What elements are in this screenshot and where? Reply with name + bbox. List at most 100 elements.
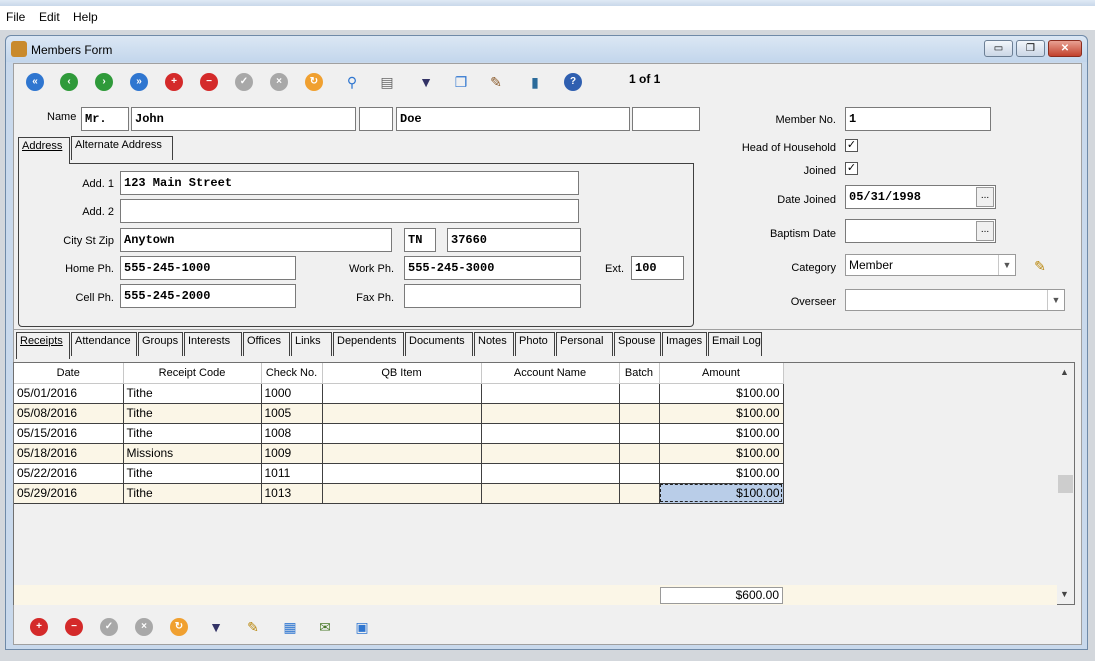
search-icon[interactable]: ⚲ bbox=[343, 73, 361, 91]
receipt-code-cell[interactable]: Tithe bbox=[123, 403, 262, 424]
tab-documents[interactable]: Documents bbox=[405, 332, 473, 356]
batch-cell[interactable] bbox=[619, 443, 660, 464]
copy-icon[interactable]: ❐ bbox=[452, 73, 470, 91]
work-phone-field[interactable]: 555-245-3000 bbox=[404, 256, 581, 280]
receipt-code-cell[interactable]: Tithe bbox=[123, 383, 262, 404]
menu-help[interactable]: Help bbox=[73, 10, 98, 24]
filter-receipt-icon[interactable]: ▼ bbox=[207, 618, 225, 636]
print-icon[interactable]: ▤ bbox=[378, 73, 396, 91]
tab-address[interactable]: Address bbox=[18, 137, 70, 164]
tab-spouse[interactable]: Spouse bbox=[614, 332, 661, 356]
qb-item-cell[interactable] bbox=[322, 423, 482, 444]
menu-file[interactable]: File bbox=[6, 10, 25, 24]
column-header-account-name[interactable]: Account Name bbox=[481, 363, 620, 384]
overseer-select[interactable]: ▼ bbox=[845, 289, 1065, 311]
amount-cell[interactable]: $100.00 bbox=[659, 403, 784, 424]
account-name-cell[interactable] bbox=[481, 403, 620, 424]
delete-receipt-icon[interactable]: − bbox=[65, 618, 83, 636]
tab-interests[interactable]: Interests bbox=[184, 332, 242, 356]
envelope-icon[interactable]: ✉ bbox=[316, 618, 334, 636]
date-cell[interactable]: 05/15/2016 bbox=[14, 423, 124, 444]
date-cell[interactable]: 05/01/2016 bbox=[14, 383, 124, 404]
column-header-date[interactable]: Date bbox=[14, 363, 124, 384]
category-receipt-icon[interactable]: ✎ bbox=[244, 618, 262, 636]
receipt-code-cell[interactable]: Missions bbox=[123, 443, 262, 464]
minimize-button[interactable]: ▭ bbox=[984, 40, 1013, 57]
add-receipt-icon[interactable]: + bbox=[30, 618, 48, 636]
account-name-cell[interactable] bbox=[481, 443, 620, 464]
tab-images[interactable]: Images bbox=[662, 332, 707, 356]
tab-email-log[interactable]: Email Log bbox=[708, 332, 762, 356]
report-icon[interactable]: ▣ bbox=[353, 618, 371, 636]
check-no-cell[interactable]: 1005 bbox=[261, 403, 323, 424]
amount-cell[interactable]: $100.00 bbox=[659, 423, 784, 444]
save-receipt-icon[interactable]: ✓ bbox=[100, 618, 118, 636]
chevron-down-icon[interactable]: ▼ bbox=[1047, 290, 1064, 310]
qb-item-cell[interactable] bbox=[322, 463, 482, 484]
chevron-down-icon[interactable]: ▼ bbox=[998, 255, 1015, 275]
tab-attendance[interactable]: Attendance bbox=[71, 332, 137, 356]
menu-edit[interactable]: Edit bbox=[39, 10, 60, 24]
amount-cell[interactable]: $100.00 bbox=[659, 443, 784, 464]
refresh-icon[interactable]: ↻ bbox=[305, 73, 323, 91]
help-icon[interactable]: ? bbox=[564, 73, 582, 91]
last-record-icon[interactable]: » bbox=[130, 73, 148, 91]
receipt-code-cell[interactable]: Tithe bbox=[123, 463, 262, 484]
state-field[interactable]: TN bbox=[404, 228, 436, 252]
batch-cell[interactable] bbox=[619, 483, 660, 504]
amount-cell-selected[interactable]: $100.00 bbox=[659, 483, 784, 504]
exit-icon[interactable]: ▮ bbox=[526, 73, 544, 91]
tab-notes[interactable]: Notes bbox=[474, 332, 514, 356]
batch-cell[interactable] bbox=[619, 423, 660, 444]
qb-item-cell[interactable] bbox=[322, 383, 482, 404]
column-header-batch[interactable]: Batch bbox=[619, 363, 660, 384]
middle-name-field[interactable] bbox=[359, 107, 393, 131]
check-no-cell[interactable]: 1009 bbox=[261, 443, 323, 464]
date-joined-picker-button[interactable]: ... bbox=[976, 187, 994, 207]
check-no-cell[interactable]: 1011 bbox=[261, 463, 323, 484]
category-edit-icon[interactable]: ✎ bbox=[1031, 257, 1049, 275]
filter-icon[interactable]: ▼ bbox=[417, 73, 435, 91]
batch-cell[interactable] bbox=[619, 383, 660, 404]
address-line2-field[interactable] bbox=[120, 199, 579, 223]
member-no-field[interactable]: 1 bbox=[845, 107, 991, 131]
restore-button[interactable]: ❐ bbox=[1016, 40, 1045, 57]
add-record-icon[interactable]: + bbox=[165, 73, 183, 91]
check-no-cell[interactable]: 1000 bbox=[261, 383, 323, 404]
tab-offices[interactable]: Offices bbox=[243, 332, 290, 356]
next-record-icon[interactable]: › bbox=[95, 73, 113, 91]
amount-cell[interactable]: $100.00 bbox=[659, 383, 784, 404]
table-row[interactable]: 05/15/2016 Tithe 1008 $100.00 bbox=[14, 423, 784, 444]
cancel-receipt-icon[interactable]: × bbox=[135, 618, 153, 636]
column-header-qb-item[interactable]: QB Item bbox=[322, 363, 482, 384]
column-header-amount[interactable]: Amount bbox=[659, 363, 784, 384]
calculator-icon[interactable]: ▦ bbox=[281, 618, 299, 636]
table-row[interactable]: 05/01/2016 Tithe 1000 $100.00 bbox=[14, 383, 784, 404]
fax-field[interactable] bbox=[404, 284, 581, 308]
qb-item-cell[interactable] bbox=[322, 443, 482, 464]
batch-cell[interactable] bbox=[619, 463, 660, 484]
tab-links[interactable]: Links bbox=[291, 332, 332, 356]
receipt-code-cell[interactable]: Tithe bbox=[123, 423, 262, 444]
cancel-icon[interactable]: × bbox=[270, 73, 288, 91]
date-joined-field[interactable]: 05/31/1998 bbox=[845, 185, 996, 209]
city-field[interactable]: Anytown bbox=[120, 228, 392, 252]
account-name-cell[interactable] bbox=[481, 423, 620, 444]
column-header-check-no[interactable]: Check No. bbox=[261, 363, 323, 384]
home-phone-field[interactable]: 555-245-1000 bbox=[120, 256, 296, 280]
column-header-receipt-code[interactable]: Receipt Code bbox=[123, 363, 262, 384]
prefix-field[interactable]: Mr. bbox=[81, 107, 129, 131]
tab-dependents[interactable]: Dependents bbox=[333, 332, 404, 356]
address-line1-field[interactable]: 123 Main Street bbox=[120, 171, 579, 195]
tools-icon[interactable]: ✎ bbox=[487, 73, 505, 91]
last-name-field[interactable]: Doe bbox=[396, 107, 630, 131]
table-row[interactable]: 05/08/2016 Tithe 1005 $100.00 bbox=[14, 403, 784, 424]
date-cell[interactable]: 05/18/2016 bbox=[14, 443, 124, 464]
grid-scrollbar[interactable]: ▲ ▼ bbox=[1057, 363, 1074, 604]
receipt-code-cell[interactable]: Tithe bbox=[123, 483, 262, 504]
account-name-cell[interactable] bbox=[481, 383, 620, 404]
save-icon[interactable]: ✓ bbox=[235, 73, 253, 91]
check-no-cell[interactable]: 1008 bbox=[261, 423, 323, 444]
cell-phone-field[interactable]: 555-245-2000 bbox=[120, 284, 296, 308]
ext-field[interactable]: 100 bbox=[631, 256, 684, 280]
